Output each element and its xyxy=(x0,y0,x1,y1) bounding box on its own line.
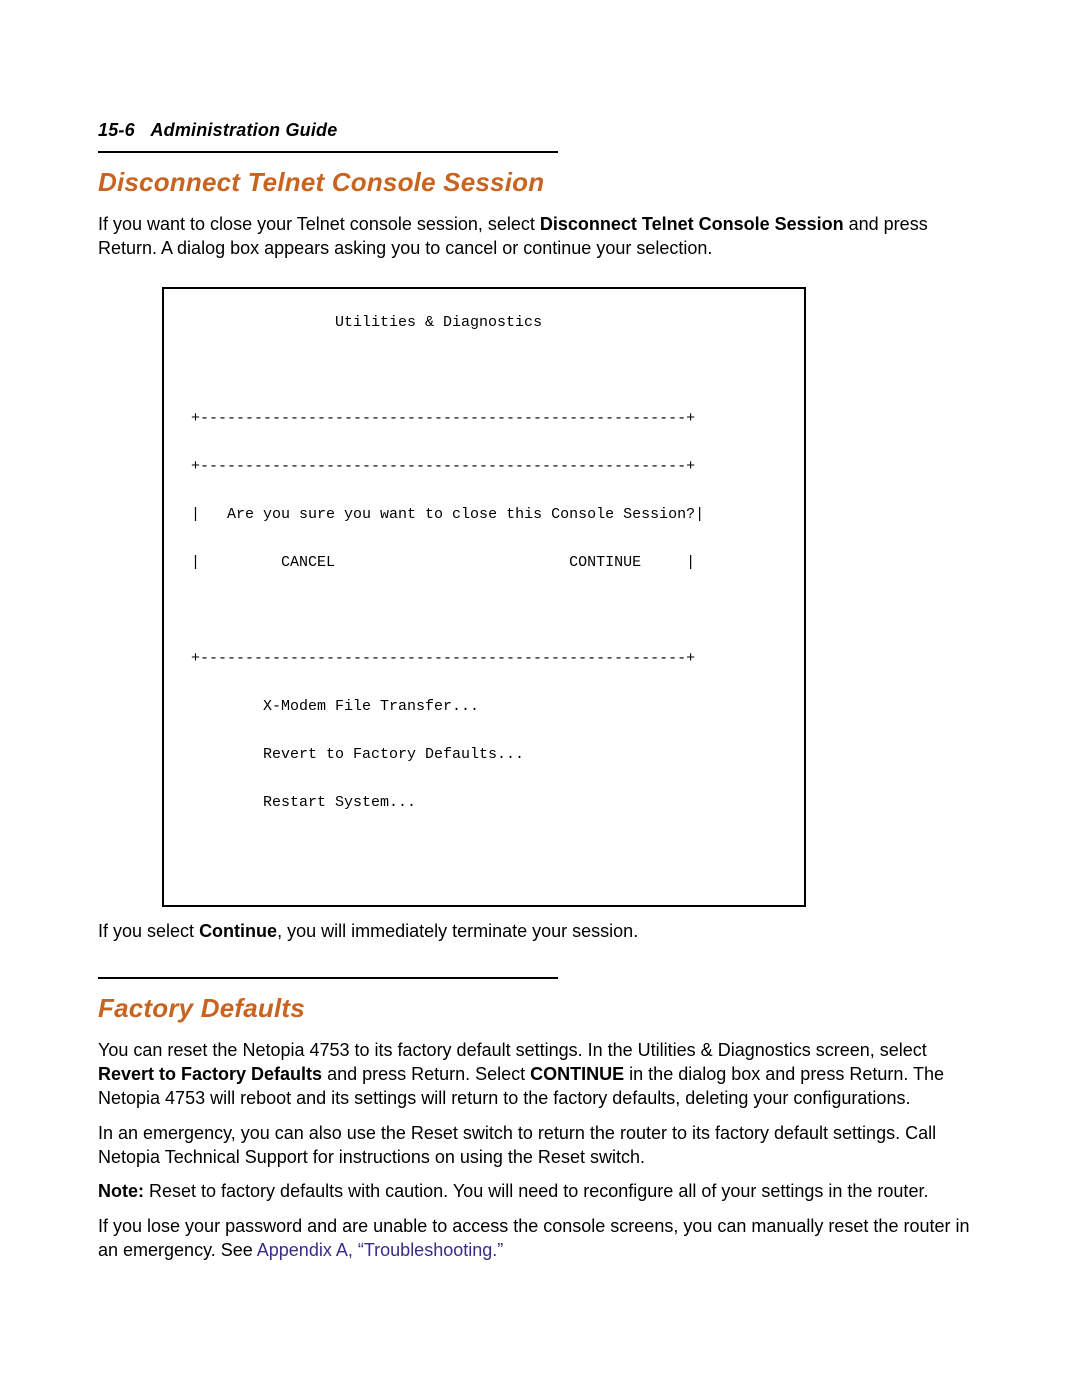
bold-text: CONTINUE xyxy=(530,1064,624,1084)
terminal-figure: Utilities & Diagnostics +---------------… xyxy=(162,287,982,907)
text: , you will immediately terminate your se… xyxy=(277,921,638,941)
blank-line xyxy=(182,359,786,383)
section-heading-disconnect: Disconnect Telnet Console Session xyxy=(98,167,982,198)
border-r: | xyxy=(695,506,704,523)
note-label: Note: xyxy=(98,1181,144,1201)
gap xyxy=(335,554,569,571)
dialog-buttons-line: | CANCEL CONTINUE | xyxy=(182,551,786,575)
bold-text: Revert to Factory Defaults xyxy=(98,1064,322,1084)
border-l: | xyxy=(182,506,200,523)
terminal-title-line: Utilities & Diagnostics xyxy=(182,311,786,335)
menu-item-revert[interactable]: Revert to Factory Defaults... xyxy=(182,743,786,767)
factory-paragraph-3: Note: Reset to factory defaults with cau… xyxy=(98,1179,982,1203)
dialog-prompt: Are you sure you want to close this Cons… xyxy=(200,506,695,523)
terminal-title: Utilities & Diagnostics xyxy=(335,314,542,331)
disconnect-paragraph-1: If you want to close your Telnet console… xyxy=(98,212,982,261)
bold-text: Disconnect Telnet Console Session xyxy=(540,214,844,234)
bold-text: Continue xyxy=(199,921,277,941)
section-rule xyxy=(98,977,558,979)
cancel-button[interactable]: CANCEL xyxy=(200,554,335,571)
continue-button[interactable]: CONTINUE xyxy=(569,554,641,571)
factory-paragraph-2: In an emergency, you can also use the Re… xyxy=(98,1121,982,1170)
menu-item-restart[interactable]: Restart System... xyxy=(182,791,786,815)
factory-paragraph-4: If you lose your password and are unable… xyxy=(98,1214,982,1263)
text: You can reset the Netopia 4753 to its fa… xyxy=(98,1040,927,1060)
factory-paragraph-1: You can reset the Netopia 4753 to its fa… xyxy=(98,1038,982,1111)
dialog-border-top2: +---------------------------------------… xyxy=(182,455,786,479)
tail xyxy=(641,554,686,571)
running-header: 15-6 Administration Guide xyxy=(98,120,982,141)
text: If you lose your password and are unable… xyxy=(98,1216,970,1260)
dialog-border-top1: +---------------------------------------… xyxy=(182,407,786,431)
text: If you select xyxy=(98,921,199,941)
menu-item-xmodem[interactable]: X-Modem File Transfer... xyxy=(182,695,786,719)
section-rule xyxy=(98,151,558,153)
blank-line xyxy=(182,599,786,623)
document-page: 15-6 Administration Guide Disconnect Tel… xyxy=(0,0,1080,1332)
border-r: | xyxy=(686,554,695,571)
dialog-border-bottom: +---------------------------------------… xyxy=(182,647,786,671)
section-heading-factory: Factory Defaults xyxy=(98,993,982,1024)
dialog-line: | Are you sure you want to close this Co… xyxy=(182,503,786,527)
running-title: Administration Guide xyxy=(150,120,337,140)
page-number: 15-6 xyxy=(98,120,135,140)
appendix-link[interactable]: Appendix A, “Troubleshooting.” xyxy=(257,1240,503,1260)
border-l: | xyxy=(182,554,200,571)
running-title-space xyxy=(140,120,150,140)
text: If you want to close your Telnet console… xyxy=(98,214,540,234)
terminal-screen: Utilities & Diagnostics +---------------… xyxy=(162,287,806,907)
text: and press Return. Select xyxy=(322,1064,530,1084)
disconnect-paragraph-2: If you select Continue, you will immedia… xyxy=(98,919,982,943)
text: Reset to factory defaults with caution. … xyxy=(144,1181,928,1201)
